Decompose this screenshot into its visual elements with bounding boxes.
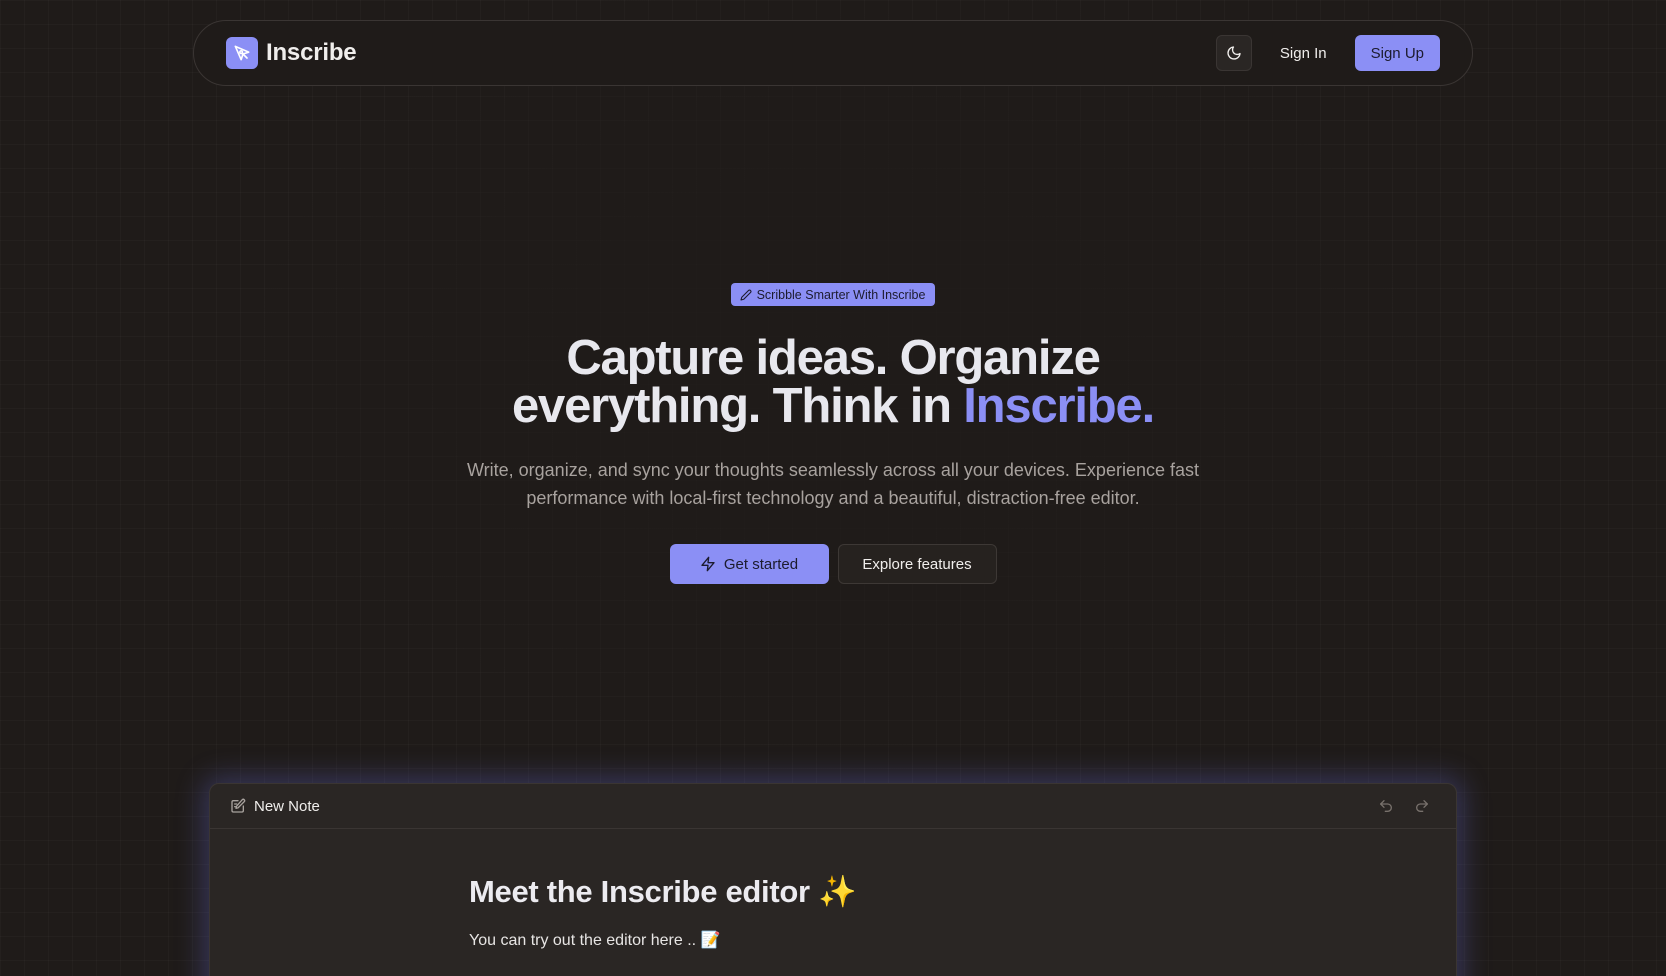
get-started-label: Get started (723, 555, 799, 573)
inscribe-logo-icon (226, 37, 258, 69)
cta-row: Get started Explore features (669, 544, 997, 584)
sign-up-button[interactable]: Sign Up (1354, 35, 1440, 71)
headline-line-1: Capture ideas. Organize (566, 331, 1101, 385)
nav-actions: Sign In Sign Up (1215, 35, 1440, 71)
zap-icon (701, 556, 715, 572)
hero-badge: Scribble Smarter With Inscribe (730, 283, 936, 306)
hero-headline: Capture ideas. Organize everything. Thin… (453, 331, 1213, 433)
editor-content[interactable]: Meet the Inscribe editor ✨ You can try o… (210, 829, 1456, 950)
pencil-icon (740, 289, 752, 301)
redo-icon (1416, 800, 1428, 812)
get-started-button[interactable]: Get started (669, 544, 829, 584)
hero-subtext: Write, organize, and sync your thoughts … (466, 460, 1199, 508)
landing-page: Inscribe Sign In Sign Up Scribble Smarte… (0, 0, 1666, 976)
editor-paragraph[interactable]: You can try out the editor here .. 📝 (469, 930, 1456, 950)
edit-note-icon (231, 798, 246, 813)
editor-tools (1378, 798, 1430, 814)
editor-preview: New Note Meet the Inscribe editor ✨ You … (209, 783, 1457, 976)
explore-features-button[interactable]: Explore features (837, 544, 997, 584)
headline-accent: Inscribe. (963, 379, 1155, 433)
redo-button[interactable] (1414, 798, 1430, 814)
editor-heading[interactable]: Meet the Inscribe editor ✨ (469, 873, 1456, 910)
moon-icon (1227, 46, 1241, 60)
undo-icon (1380, 800, 1392, 812)
top-navbar: Inscribe Sign In Sign Up (193, 20, 1473, 86)
brand-name: Inscribe (266, 39, 357, 66)
hero-section: Scribble Smarter With Inscribe Capture i… (0, 283, 1666, 584)
undo-button[interactable] (1378, 798, 1394, 814)
editor-title: New Note (230, 798, 320, 815)
badge-text: Scribble Smarter With Inscribe (756, 287, 926, 302)
note-title[interactable]: New Note (254, 798, 320, 815)
brand[interactable]: Inscribe (226, 37, 357, 69)
theme-toggle-button[interactable] (1215, 35, 1252, 71)
headline-line-2: everything. Think in (512, 379, 964, 433)
sign-in-link[interactable]: Sign In (1252, 45, 1355, 62)
editor-toolbar: New Note (210, 784, 1456, 829)
